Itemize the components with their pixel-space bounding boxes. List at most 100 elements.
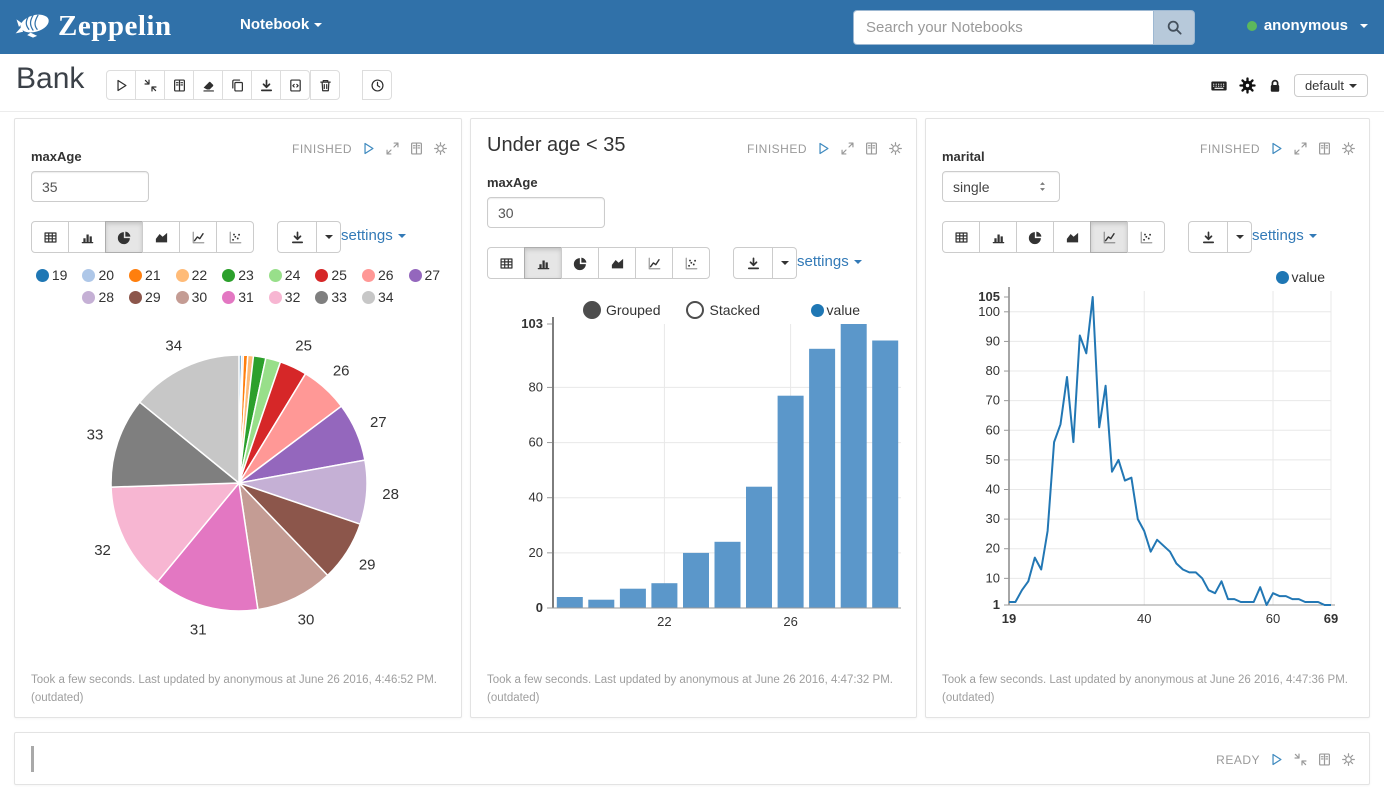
maxage-input[interactable] — [487, 197, 605, 228]
run-paragraph-button[interactable] — [816, 141, 831, 156]
settings-toggle[interactable]: settings — [797, 253, 862, 270]
status-label: FINISHED — [747, 142, 807, 156]
brand[interactable]: Zeppelin — [14, 7, 172, 45]
notebook-menu[interactable]: Notebook — [240, 16, 322, 33]
user-menu[interactable]: anonymous — [1247, 17, 1368, 34]
settings-label: settings — [341, 227, 393, 244]
area-chart-icon — [1065, 230, 1080, 245]
viz-line-button[interactable] — [635, 247, 673, 279]
legend-item[interactable]: 22 — [176, 265, 208, 286]
viz-line-button[interactable] — [1090, 221, 1128, 253]
delete-note-button[interactable] — [310, 70, 340, 100]
footer-outdated: (outdated) — [487, 689, 900, 707]
table-icon — [954, 230, 969, 245]
legend-item[interactable]: 29 — [129, 287, 161, 308]
download-data-button[interactable] — [277, 221, 317, 253]
expand-paragraph-button[interactable] — [1293, 141, 1308, 156]
viz-bar-button[interactable] — [979, 221, 1017, 253]
legend-item[interactable]: 24 — [269, 265, 301, 286]
paragraph-empty[interactable]: READY — [14, 732, 1370, 785]
caret-down-icon — [1360, 24, 1368, 28]
collapse-paragraph-button[interactable] — [1293, 752, 1308, 767]
legend-item[interactable]: 34 — [362, 287, 394, 308]
legend-dot — [129, 269, 142, 282]
viz-scatter-button[interactable] — [672, 247, 710, 279]
download-caret-button[interactable] — [1228, 221, 1252, 253]
shortcuts-button[interactable] — [1210, 77, 1228, 95]
viz-scatter-button[interactable] — [1127, 221, 1165, 253]
interpreter-binding-button[interactable] — [1239, 77, 1256, 94]
viz-bar-button[interactable] — [68, 221, 106, 253]
viz-bar-button[interactable] — [524, 247, 562, 279]
viz-scatter-button[interactable] — [216, 221, 254, 253]
expand-paragraph-button[interactable] — [840, 141, 855, 156]
download-data-button[interactable] — [733, 247, 773, 279]
viz-pie-button[interactable] — [561, 247, 599, 279]
svg-text:60: 60 — [1266, 611, 1280, 626]
search-input[interactable] — [853, 10, 1153, 45]
run-paragraph-button[interactable] — [1269, 752, 1284, 767]
download-caret-button[interactable] — [773, 247, 797, 279]
toggle-editor-button[interactable] — [864, 141, 879, 156]
schedule-button[interactable] — [362, 70, 392, 100]
clear-output-button[interactable] — [193, 70, 223, 100]
legend-label: 21 — [145, 265, 161, 286]
legend-item[interactable]: 26 — [362, 265, 394, 286]
zeppelin-app: Zeppelin Notebook anonymous Bank — [0, 0, 1384, 787]
legend-item[interactable]: 27 — [409, 265, 441, 286]
line-chart-icon — [1102, 230, 1117, 245]
legend-item[interactable]: 25 — [315, 265, 347, 286]
legend-item[interactable]: 33 — [315, 287, 347, 308]
notebook-search — [853, 10, 1195, 45]
legend-item[interactable]: 21 — [129, 265, 161, 286]
run-paragraph-button[interactable] — [1269, 141, 1284, 156]
run-all-button[interactable] — [106, 70, 136, 100]
caret-down-icon — [398, 234, 406, 238]
settings-toggle[interactable]: settings — [1252, 227, 1317, 244]
download-caret-button[interactable] — [317, 221, 341, 253]
expand-paragraph-button[interactable] — [385, 141, 400, 156]
viz-area-button[interactable] — [1053, 221, 1091, 253]
legend-item[interactable]: 31 — [222, 287, 254, 308]
note-title[interactable]: Bank — [16, 62, 84, 96]
settings-toggle[interactable]: settings — [341, 227, 406, 244]
search-button[interactable] — [1153, 10, 1195, 45]
export-note-button[interactable] — [251, 70, 281, 100]
toggle-editor-button[interactable] — [409, 141, 424, 156]
viz-pie-button[interactable] — [1016, 221, 1054, 253]
legend-item[interactable]: 32 — [269, 287, 301, 308]
permissions-button[interactable] — [1267, 78, 1283, 94]
interpreter-selector[interactable]: default — [1294, 74, 1368, 97]
legend-item[interactable]: 20 — [82, 265, 114, 286]
download-data-button[interactable] — [1188, 221, 1228, 253]
paragraph-settings-button[interactable] — [1341, 752, 1356, 767]
paragraph-status-bar: FINISHED — [747, 141, 903, 156]
marital-select[interactable]: single — [942, 171, 1060, 202]
svg-text:34: 34 — [165, 338, 182, 355]
viz-pie-button[interactable] — [105, 221, 143, 253]
toggle-output-button[interactable] — [164, 70, 194, 100]
legend-label: 20 — [98, 265, 114, 286]
viz-line-button[interactable] — [179, 221, 217, 253]
legend-item[interactable]: 28 — [82, 287, 114, 308]
toggle-editor-button[interactable] — [1317, 141, 1332, 156]
viz-table-button[interactable] — [942, 221, 980, 253]
version-control-button[interactable] — [280, 70, 310, 100]
run-paragraph-button[interactable] — [361, 141, 376, 156]
legend-item[interactable]: 30 — [176, 287, 208, 308]
viz-area-button[interactable] — [598, 247, 636, 279]
toggle-editor-button[interactable] — [1317, 752, 1332, 767]
svg-text:80: 80 — [529, 379, 543, 394]
area-chart-icon — [154, 230, 169, 245]
viz-table-button[interactable] — [487, 247, 525, 279]
paragraph-settings-button[interactable] — [433, 141, 448, 156]
legend-item[interactable]: 19 — [36, 265, 68, 286]
clone-note-button[interactable] — [222, 70, 252, 100]
paragraph-settings-button[interactable] — [888, 141, 903, 156]
viz-table-button[interactable] — [31, 221, 69, 253]
paragraph-settings-button[interactable] — [1341, 141, 1356, 156]
maxage-input[interactable] — [31, 171, 149, 202]
legend-item[interactable]: 23 — [222, 265, 254, 286]
toggle-code-button[interactable] — [135, 70, 165, 100]
viz-area-button[interactable] — [142, 221, 180, 253]
